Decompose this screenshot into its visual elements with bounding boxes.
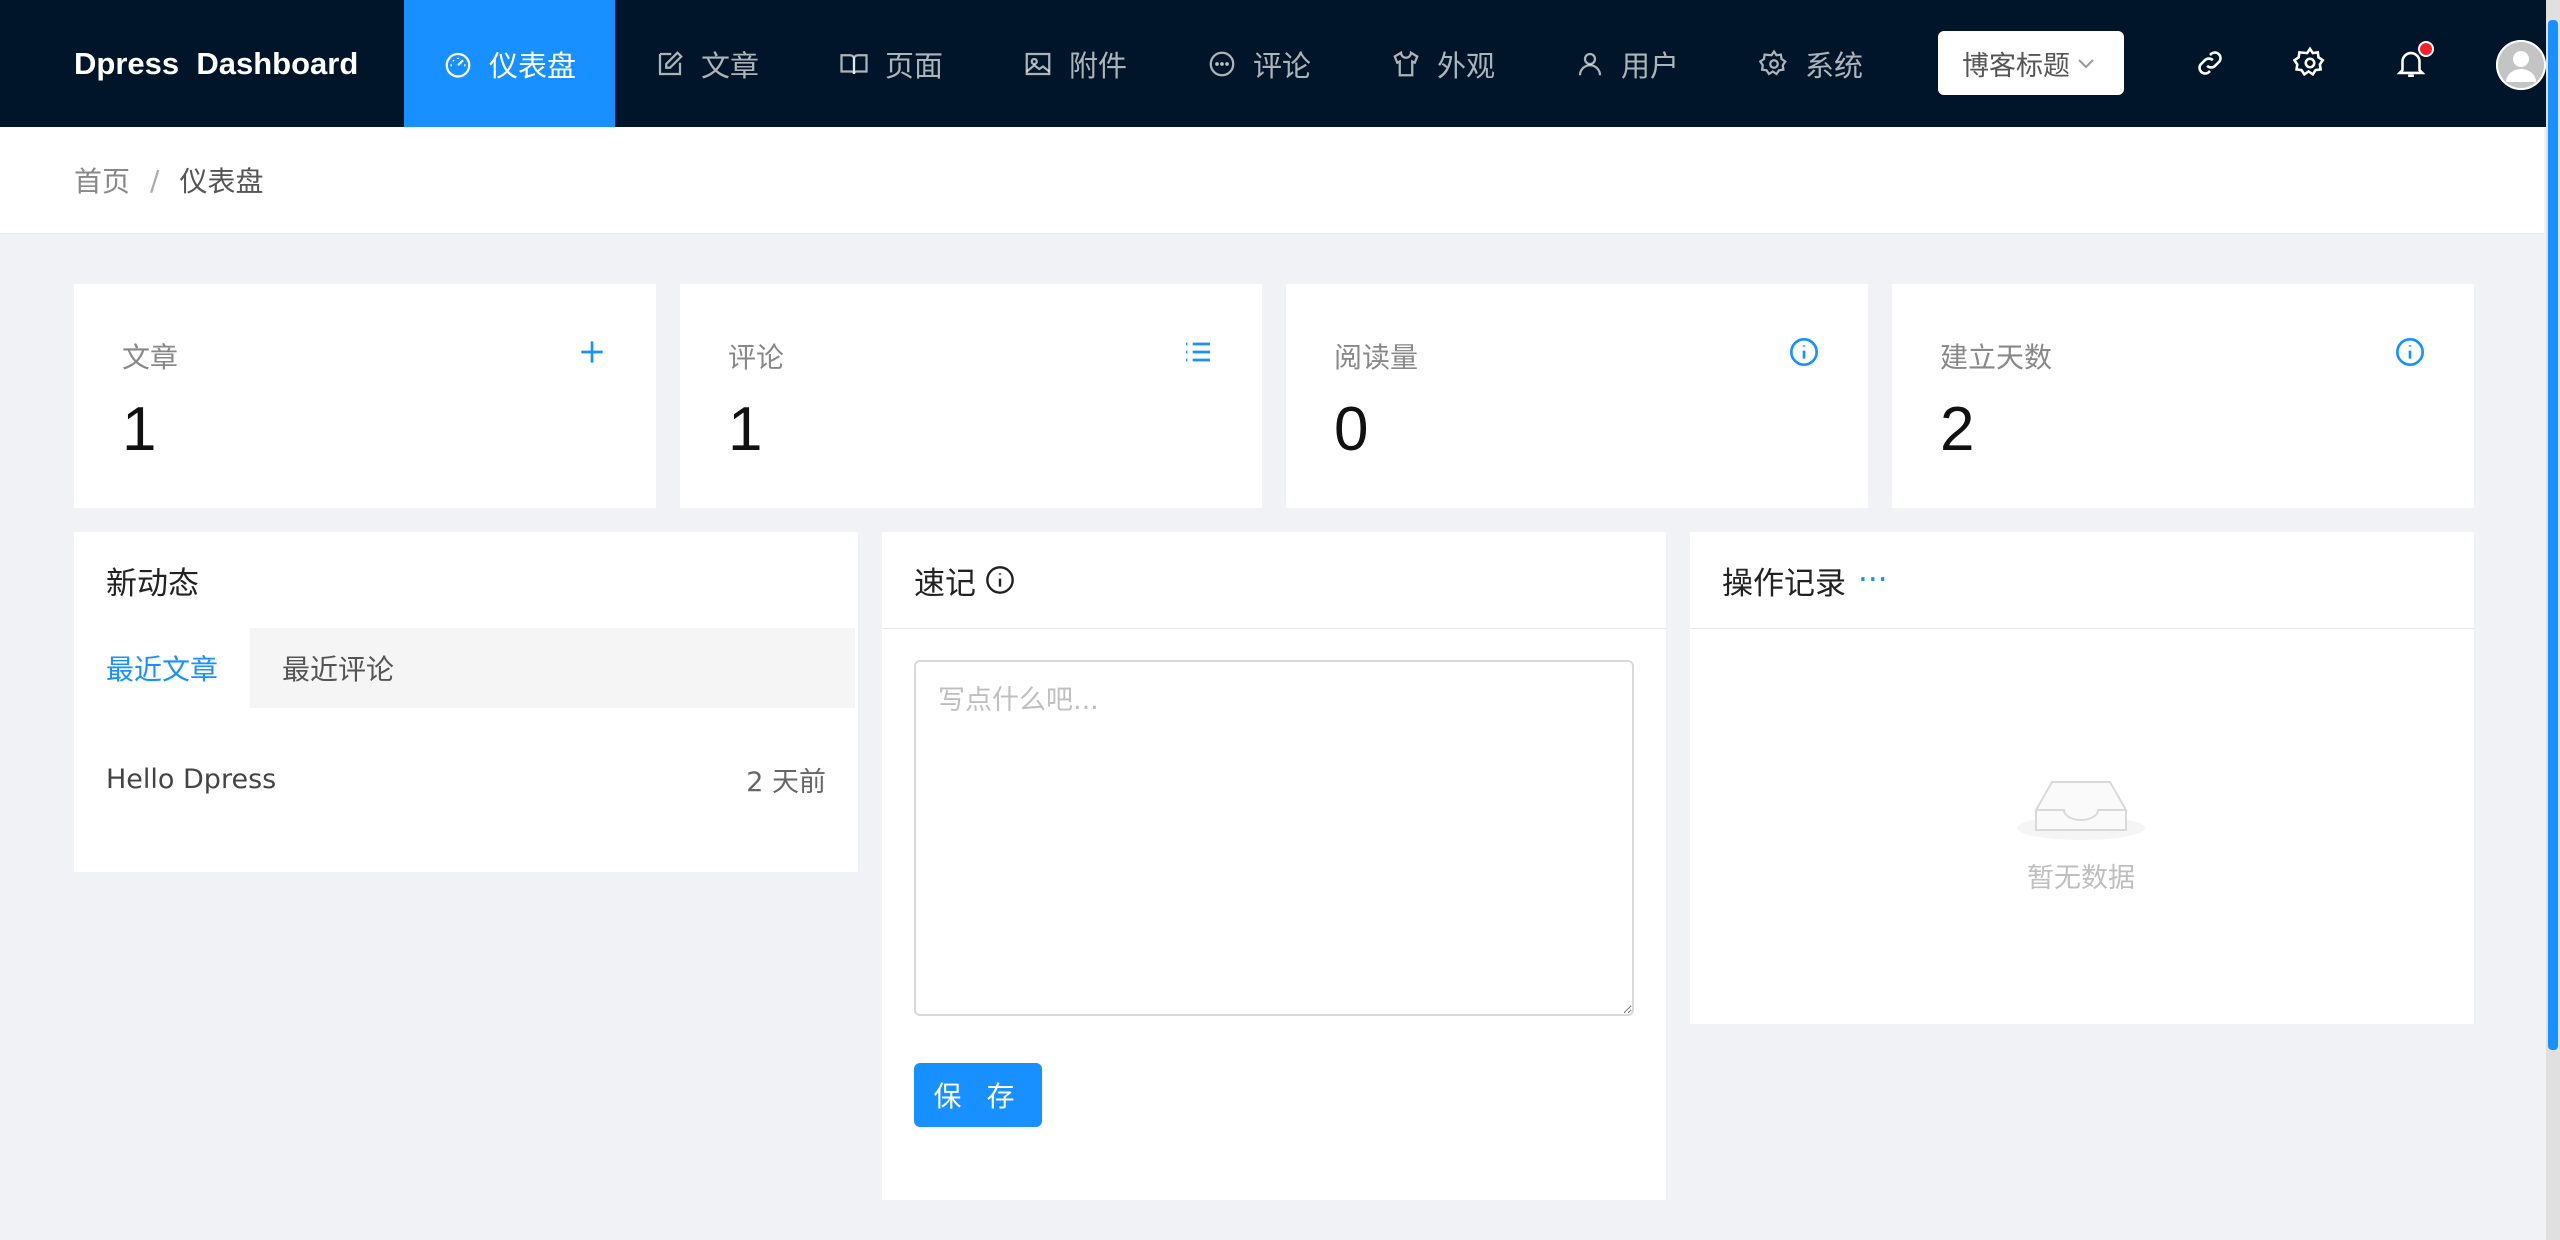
nav-item-comments[interactable]: 评论 bbox=[1167, 0, 1351, 127]
log-panel-header: 操作记录 ··· bbox=[1690, 532, 2474, 629]
nav-label: 文章 bbox=[700, 48, 759, 83]
stat-value: 1 bbox=[122, 395, 157, 464]
list-item: Hello Dpress 2 天前 bbox=[106, 760, 826, 799]
nav-label: 系统 bbox=[1804, 48, 1863, 83]
nav-item-users[interactable]: 用户 bbox=[1535, 0, 1719, 127]
nav-label: 评论 bbox=[1252, 48, 1311, 83]
list-icon[interactable] bbox=[1182, 336, 1214, 368]
nav-item-articles[interactable]: 文章 bbox=[615, 0, 799, 127]
nav-item-system[interactable]: 系统 bbox=[1719, 0, 1903, 127]
nav-label: 附件 bbox=[1068, 48, 1127, 83]
stat-value: 2 bbox=[1940, 395, 1975, 464]
skin-icon bbox=[1391, 49, 1421, 79]
info-icon[interactable] bbox=[1788, 336, 1820, 368]
chevron-down-icon bbox=[2078, 59, 2094, 69]
dashboard-icon bbox=[443, 49, 473, 79]
brand-title[interactable]: Dpress Dashboard bbox=[0, 0, 404, 127]
stat-value: 1 bbox=[728, 395, 763, 464]
setting-icon bbox=[1758, 48, 1789, 79]
nav-label: 页面 bbox=[884, 48, 943, 83]
note-textarea[interactable] bbox=[914, 660, 1634, 1016]
blog-title-select[interactable]: 博客标题 bbox=[1938, 31, 2124, 95]
tab-recent-articles[interactable]: 最近文章 bbox=[74, 628, 251, 708]
activity-panel-title: 新动态 bbox=[106, 566, 199, 602]
more-icon[interactable]: ··· bbox=[1858, 562, 1888, 598]
stat-title: 阅读量 bbox=[1334, 341, 1419, 374]
info-icon[interactable] bbox=[2394, 336, 2426, 368]
breadcrumb-separator: / bbox=[150, 163, 160, 197]
breadcrumb-current: 仪表盘 bbox=[179, 165, 264, 198]
activity-tabs: 最近文章 最近评论 bbox=[74, 628, 855, 708]
breadcrumb: 首页 / 仪表盘 bbox=[0, 127, 2544, 234]
top-navbar: Dpress Dashboard 仪表盘 文章 页面 附件 评论 外观 用户 系… bbox=[0, 0, 2560, 127]
log-panel-title: 操作记录 bbox=[1722, 565, 1846, 602]
avatar[interactable] bbox=[2496, 40, 2546, 90]
scrollbar-thumb[interactable] bbox=[2548, 20, 2558, 1050]
breadcrumb-home[interactable]: 首页 bbox=[74, 160, 130, 200]
tab-recent-comments[interactable]: 最近评论 bbox=[250, 628, 426, 708]
save-button[interactable]: 保 存 bbox=[914, 1063, 1042, 1127]
plus-icon[interactable] bbox=[576, 336, 608, 368]
book-icon bbox=[839, 49, 869, 79]
article-time: 2 天前 bbox=[746, 767, 826, 798]
nav-label: 仪表盘 bbox=[488, 48, 576, 83]
gear-icon[interactable] bbox=[2291, 44, 2329, 82]
article-title-link[interactable]: Hello Dpress bbox=[106, 764, 276, 795]
main-nav: 仪表盘 文章 页面 附件 评论 外观 用户 系统 bbox=[404, 0, 1903, 127]
stat-card-days: 建立天数 2 bbox=[1892, 284, 2474, 508]
nav-item-appearance[interactable]: 外观 bbox=[1351, 0, 1535, 127]
stat-card-comments: 评论 1 bbox=[680, 284, 1262, 508]
notes-panel-title: 速记 bbox=[914, 565, 976, 602]
info-icon[interactable] bbox=[984, 564, 1016, 596]
nav-item-dashboard[interactable]: 仪表盘 bbox=[404, 0, 615, 127]
blog-select-value: 博客标题 bbox=[1962, 50, 2070, 82]
notification-badge bbox=[2418, 41, 2434, 57]
stat-value: 0 bbox=[1334, 395, 1369, 464]
edit-icon bbox=[655, 49, 685, 79]
empty-inbox-icon bbox=[2017, 781, 2145, 840]
stat-title: 评论 bbox=[728, 341, 785, 374]
nav-item-pages[interactable]: 页面 bbox=[799, 0, 983, 127]
notes-panel-header: 速记 bbox=[882, 532, 1666, 629]
user-icon bbox=[1575, 49, 1605, 79]
message-icon bbox=[1207, 49, 1237, 79]
nav-item-attachments[interactable]: 附件 bbox=[983, 0, 1167, 127]
picture-icon bbox=[1023, 49, 1053, 79]
nav-label: 用户 bbox=[1620, 48, 1679, 83]
link-icon[interactable] bbox=[2191, 44, 2229, 82]
stat-card-articles: 文章 1 bbox=[74, 284, 656, 508]
stat-title: 文章 bbox=[122, 341, 179, 374]
empty-text: 暂无数据 bbox=[2027, 863, 2135, 894]
nav-label: 外观 bbox=[1436, 48, 1495, 83]
stat-card-views: 阅读量 0 bbox=[1286, 284, 1868, 508]
stat-title: 建立天数 bbox=[1940, 341, 2053, 374]
